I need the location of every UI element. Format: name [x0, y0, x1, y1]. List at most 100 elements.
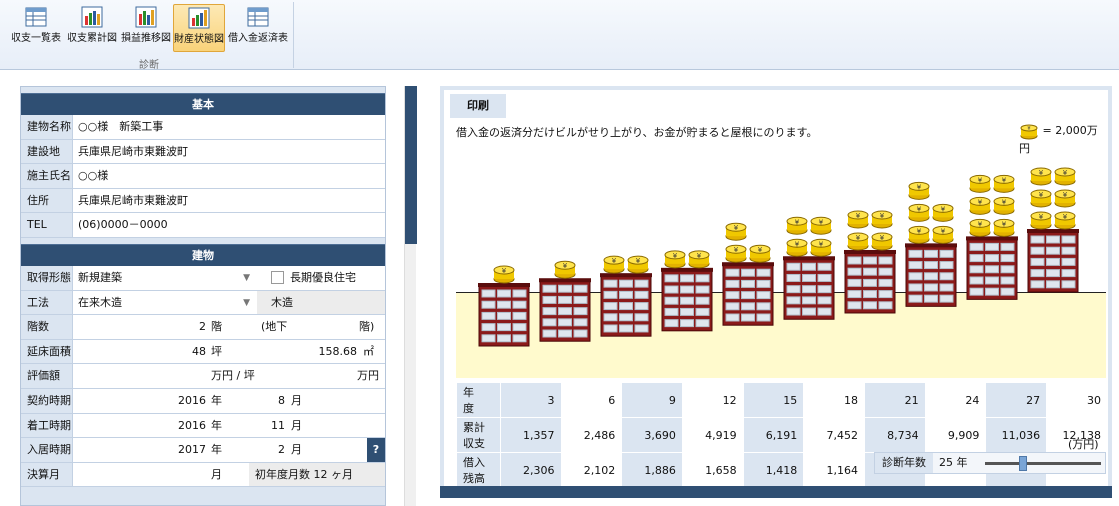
building-window [802, 285, 816, 294]
building-window [741, 291, 755, 300]
building-window [908, 294, 923, 303]
coin-stack-icon: ¥ [993, 218, 1015, 237]
building-window [924, 249, 938, 258]
building-window [573, 295, 588, 304]
coin-stack-icon: ¥ [1030, 211, 1052, 230]
loan-repayment-table-button[interactable]: 借入金返済表 [226, 4, 290, 44]
building-window [878, 278, 893, 287]
building-window [969, 287, 984, 296]
ribbon-button-label: 財産状態図 [174, 34, 224, 45]
construction-site-field[interactable]: 兵庫県尼崎市東難波町 [78, 140, 188, 164]
building-window [863, 278, 877, 287]
year-unit: 年 [211, 393, 222, 407]
acquisition-value: 新規建築 [78, 270, 122, 284]
building-24 [905, 243, 957, 307]
chevron-down-icon: ▼ [243, 297, 250, 308]
basement-close: 階) [359, 320, 375, 334]
long-term-housing-checkbox[interactable]: 長期優良住宅 [271, 266, 356, 290]
table-row-year: 年 度 3 6 9 12 15 18 21 24 27 30 [456, 382, 1108, 418]
building-window [756, 268, 771, 277]
years-slider-track[interactable] [985, 462, 1101, 465]
ribbon-button-label: 損益推移図 [121, 33, 171, 44]
coin-stack-icon: ¥ [969, 218, 991, 237]
building-name-field[interactable]: ○○様 新築工事 [78, 115, 163, 139]
field-label: 施主氏名 [21, 164, 73, 188]
start-month-field[interactable]: 11 [257, 414, 285, 438]
building-12 [661, 267, 713, 332]
building-window [1046, 269, 1060, 278]
building-window [512, 300, 527, 309]
building-window [603, 313, 618, 322]
table-cell: 3 [499, 382, 562, 418]
movein-month-field[interactable]: 2 [257, 438, 285, 462]
building-window [802, 262, 816, 271]
coin-stack-icon: ¥ [1054, 211, 1076, 230]
building-roof [844, 249, 896, 254]
contract-year-field[interactable]: 2016 [78, 389, 206, 413]
building-window [558, 295, 572, 304]
building-window [573, 284, 588, 293]
building-30 [1027, 229, 1079, 293]
building-window [680, 285, 694, 294]
building-window [756, 279, 771, 288]
tab-print[interactable]: 印刷 [450, 94, 506, 118]
building-window [634, 302, 649, 311]
coin-stack-icon: ¥ [993, 174, 1015, 193]
asset-status-chart-button[interactable]: 財産状態図 [173, 4, 225, 52]
sqm-field[interactable]: 158.68 [257, 340, 358, 364]
coin-stack-icon: ¥ [932, 225, 954, 244]
svg-text:¥: ¥ [819, 218, 824, 226]
building-window [817, 296, 832, 305]
building-window [756, 291, 771, 300]
row-movein-date: 入居時期 2017 年 2 月 ? [21, 438, 385, 463]
coin-stack-icon: ¥ [1054, 167, 1076, 186]
building-window [985, 242, 999, 251]
vertical-scrollbar[interactable] [404, 86, 417, 506]
chevron-down-icon: ▼ [243, 272, 250, 283]
table-cell: 30 [1046, 382, 1108, 418]
profit-trend-chart-button[interactable]: 損益推移図 [118, 4, 174, 44]
building-window [786, 296, 801, 305]
table-cell: 12 [681, 382, 744, 418]
svg-text:¥: ¥ [1002, 220, 1007, 228]
cumulative-balance-chart-button[interactable]: 収支累計図 [64, 4, 120, 44]
building-roof [783, 256, 835, 261]
acquisition-select[interactable]: 新規建築 ▼ [78, 266, 254, 290]
method-value: 在来木造 [78, 295, 122, 309]
building-window [573, 307, 588, 316]
building-window [603, 279, 618, 288]
owner-name-field[interactable]: ○○様 [78, 164, 108, 188]
first-year-months: 初年度月数 12 ヶ月 [249, 462, 385, 487]
income-expense-table-button[interactable]: 収支一覧表 [8, 4, 64, 44]
method-select[interactable]: 在来木造 ▼ [78, 291, 254, 315]
help-button[interactable]: ? [367, 438, 385, 462]
building-window [603, 302, 618, 311]
movein-year-field[interactable]: 2017 [78, 438, 206, 462]
building-window [939, 249, 954, 258]
tel-field[interactable]: (06)0000－0000 [78, 213, 168, 237]
year-unit: 年 [211, 418, 222, 432]
coin-stack-icon: ¥ [871, 232, 893, 251]
coin-stack-icon: ¥ [908, 203, 930, 222]
building-window [1046, 280, 1060, 289]
field-label: TEL [21, 213, 73, 237]
years-slider-thumb[interactable] [1019, 456, 1028, 471]
start-year-field[interactable]: 2016 [78, 414, 206, 438]
building-window [619, 290, 633, 299]
building-window [847, 278, 862, 287]
floors-field[interactable]: 2 [78, 315, 206, 339]
building-window [695, 307, 710, 316]
scrollbar-thumb[interactable] [405, 86, 417, 244]
month-unit: 月 [291, 443, 302, 457]
building-window [497, 289, 511, 298]
building-window [924, 283, 938, 292]
contract-month-field[interactable]: 8 [257, 389, 285, 413]
tsubo-field[interactable]: 48 [78, 340, 206, 364]
building-window [695, 319, 710, 328]
coin-stack-icon: ¥ [725, 222, 747, 241]
address-field[interactable]: 兵庫県尼崎市東難波町 [78, 189, 188, 213]
svg-text:¥: ¥ [1002, 198, 1007, 206]
row-settlement-month: 決算月 月 初年度月数 12 ヶ月 [21, 462, 385, 488]
svg-text:¥: ¥ [697, 252, 702, 260]
table-cell: 21 [863, 382, 926, 418]
